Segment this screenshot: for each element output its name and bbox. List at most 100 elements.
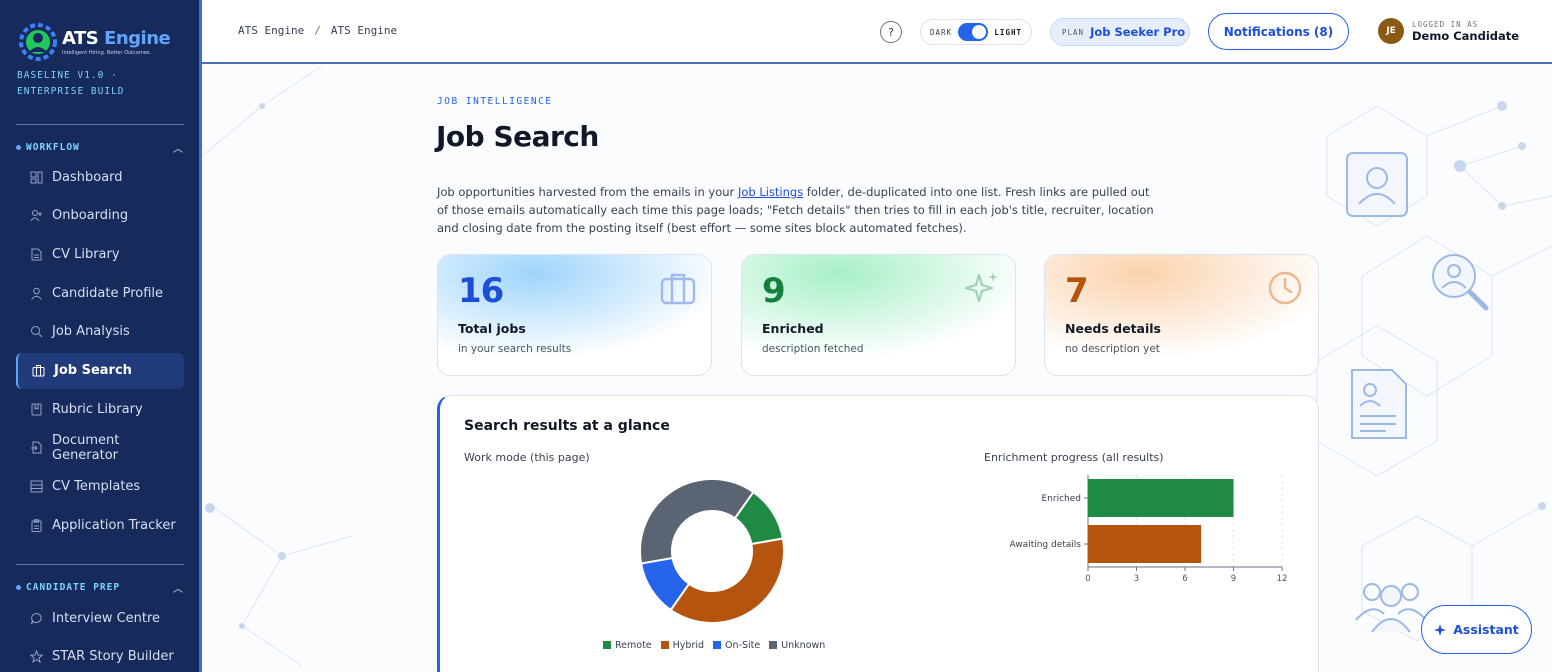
logo-icon <box>19 23 57 61</box>
section-candidate-prep[interactable]: CANDIDATE PREP ︿ <box>16 580 184 595</box>
sidebar-item-candidate-profile[interactable]: Candidate Profile <box>16 275 184 311</box>
page-intro: Job opportunities harvested from the ema… <box>437 183 1157 237</box>
results-glance-panel: Search results at a glance Work mode (th… <box>437 395 1319 672</box>
y-tick-label: Awaiting details <box>1010 540 1082 550</box>
sidebar-divider <box>16 124 184 125</box>
breadcrumb-item: ATS Engine <box>330 24 398 37</box>
donut-slice-unknown[interactable] <box>639 478 755 565</box>
legend-item: On-Site <box>713 640 760 651</box>
stat-sub: in your search results <box>458 343 572 355</box>
stat-value: 7 <box>1065 271 1089 311</box>
assistant-label: Assistant <box>1453 622 1519 637</box>
intro-text: Job opportunities harvested from the ema… <box>437 185 738 199</box>
stat-label: Needs details <box>1065 321 1162 336</box>
donut-chart-title: Work mode (this page) <box>464 451 590 464</box>
section-prep-label: CANDIDATE PREP <box>26 582 121 593</box>
x-tick-label: 6 <box>1182 574 1187 584</box>
enrichment-bar-chart: 0 3 6 9 12 Enriched Awaiting details <box>1010 475 1288 584</box>
star-icon <box>30 650 43 664</box>
team-icon <box>1355 583 1427 633</box>
work-mode-donut-chart <box>639 478 785 624</box>
clipboard-icon <box>31 519 42 532</box>
legend-label: Remote <box>615 640 652 651</box>
legend-label: Unknown <box>781 640 826 651</box>
build-label: BASELINE V1.0 · ENTERPRISE BUILD <box>17 70 125 97</box>
panel-title: Search results at a glance <box>464 418 670 434</box>
book-icon <box>31 403 42 416</box>
section-workflow[interactable]: WORKFLOW ︿ <box>16 140 184 155</box>
sidebar-item-label: Candidate Profile <box>52 285 164 301</box>
bar-chart-title: Enrichment progress (all results) <box>984 451 1164 464</box>
legend-label: Hybrid <box>672 640 705 651</box>
sidebar-item-label: Interview Centre <box>52 610 161 626</box>
bar-awaiting-details[interactable] <box>1088 525 1202 563</box>
sidebar-item-cv-templates[interactable]: CV Templates <box>16 469 184 505</box>
chevron-up-icon: ︿ <box>173 584 184 595</box>
x-tick-label: 3 <box>1134 574 1139 584</box>
dashboard-icon <box>30 171 43 183</box>
sparkle-icon <box>964 272 998 303</box>
sidebar-item-dashboard[interactable]: Dashboard <box>16 159 184 195</box>
stat-card-total: 16 Total jobs in your search results <box>437 254 712 376</box>
page-eyebrow: JOB INTELLIGENCE <box>437 96 553 107</box>
legend-item: Remote <box>603 640 652 651</box>
sidebar-item-label: Rubric Library <box>52 401 143 417</box>
section-workflow-label: WORKFLOW <box>26 142 80 153</box>
assistant-button[interactable]: Assistant <box>1421 605 1532 654</box>
sidebar-item-cv-library[interactable]: CV Library <box>16 236 184 272</box>
sidebar-item-label: Document Generator <box>52 432 120 463</box>
notifications-button[interactable]: Notifications (8) <box>1208 13 1349 50</box>
sidebar-item-rubric-library[interactable]: Rubric Library <box>16 391 184 427</box>
sidebar-item-onboarding[interactable]: Onboarding <box>16 198 184 234</box>
y-tick-label: Enriched <box>1042 494 1082 504</box>
user-name: Demo Candidate <box>1412 28 1520 43</box>
chat-icon <box>31 612 42 624</box>
sparkle-icon <box>1434 623 1447 636</box>
legend-item: Hybrid <box>660 640 705 651</box>
sidebar-item-label: Dashboard <box>52 169 123 185</box>
plan-badge[interactable]: PLAN Job Seeker Pro <box>1050 18 1190 46</box>
user-label: LOGGED IN AS <box>1412 19 1479 29</box>
sidebar-item-interview-centre[interactable]: Interview Centre <box>16 600 184 636</box>
sidebar-item-job-search[interactable]: Job Search <box>16 352 184 389</box>
x-tick-label: 0 <box>1085 574 1090 584</box>
plan-label: PLAN <box>1062 27 1085 37</box>
stat-label: Enriched <box>762 321 824 336</box>
file-export-icon <box>31 441 42 454</box>
user-menu[interactable]: JE LOGGED IN AS Demo Candidate <box>1378 18 1519 44</box>
brand-name-accent: Engine <box>104 27 171 49</box>
sidebar-divider <box>16 564 184 565</box>
sidebar-item-label: CV Library <box>52 246 120 262</box>
sidebar-item-application-tracker[interactable]: Application Tracker <box>16 507 184 543</box>
stat-card-needs-details: 7 Needs details no description yet <box>1044 254 1319 376</box>
theme-light-label: LIGHT <box>994 27 1022 37</box>
bar-enriched[interactable] <box>1088 479 1234 517</box>
brand-name: ATS <box>62 27 99 49</box>
theme-toggle[interactable] <box>958 23 989 41</box>
sidebar-item-star-story-builder[interactable]: STAR Story Builder <box>16 639 184 672</box>
user-plus-icon <box>30 210 42 222</box>
x-tick-label: 9 <box>1231 574 1236 584</box>
top-bar: ATS Engine / ATS Engine ? DARK LIGHT PLAN … <box>202 0 1552 64</box>
document-icon <box>31 248 42 261</box>
sidebar-item-label: STAR Story Builder <box>52 649 174 665</box>
theme-dark-label: DARK <box>930 27 953 37</box>
chevron-up-icon: ︿ <box>173 144 184 155</box>
stat-value: 9 <box>762 271 786 311</box>
brand-logo[interactable]: ATS Engine Intelligent Hiring. Better Ou… <box>18 22 171 62</box>
sidebar-item-label: CV Templates <box>52 479 141 495</box>
user-icon <box>31 287 42 300</box>
breadcrumb: ATS Engine / ATS Engine <box>238 24 398 37</box>
sidebar-item-document-generator[interactable]: Document Generator <box>16 430 184 466</box>
donut-slice-hybrid[interactable] <box>669 537 785 624</box>
breadcrumb-item[interactable]: ATS Engine <box>238 24 304 37</box>
plan-value: Job Seeker Pro <box>1090 25 1186 39</box>
theme-switch[interactable]: DARK LIGHT <box>920 19 1032 45</box>
x-tick-label: 12 <box>1277 574 1288 584</box>
legend-swatch <box>713 641 722 649</box>
briefcase-icon <box>660 273 696 305</box>
help-icon[interactable]: ? <box>880 21 902 43</box>
job-listings-link[interactable]: Job Listings <box>738 185 803 199</box>
avatar: JE <box>1378 18 1404 44</box>
sidebar-item-job-analysis[interactable]: Job Analysis <box>16 314 184 350</box>
